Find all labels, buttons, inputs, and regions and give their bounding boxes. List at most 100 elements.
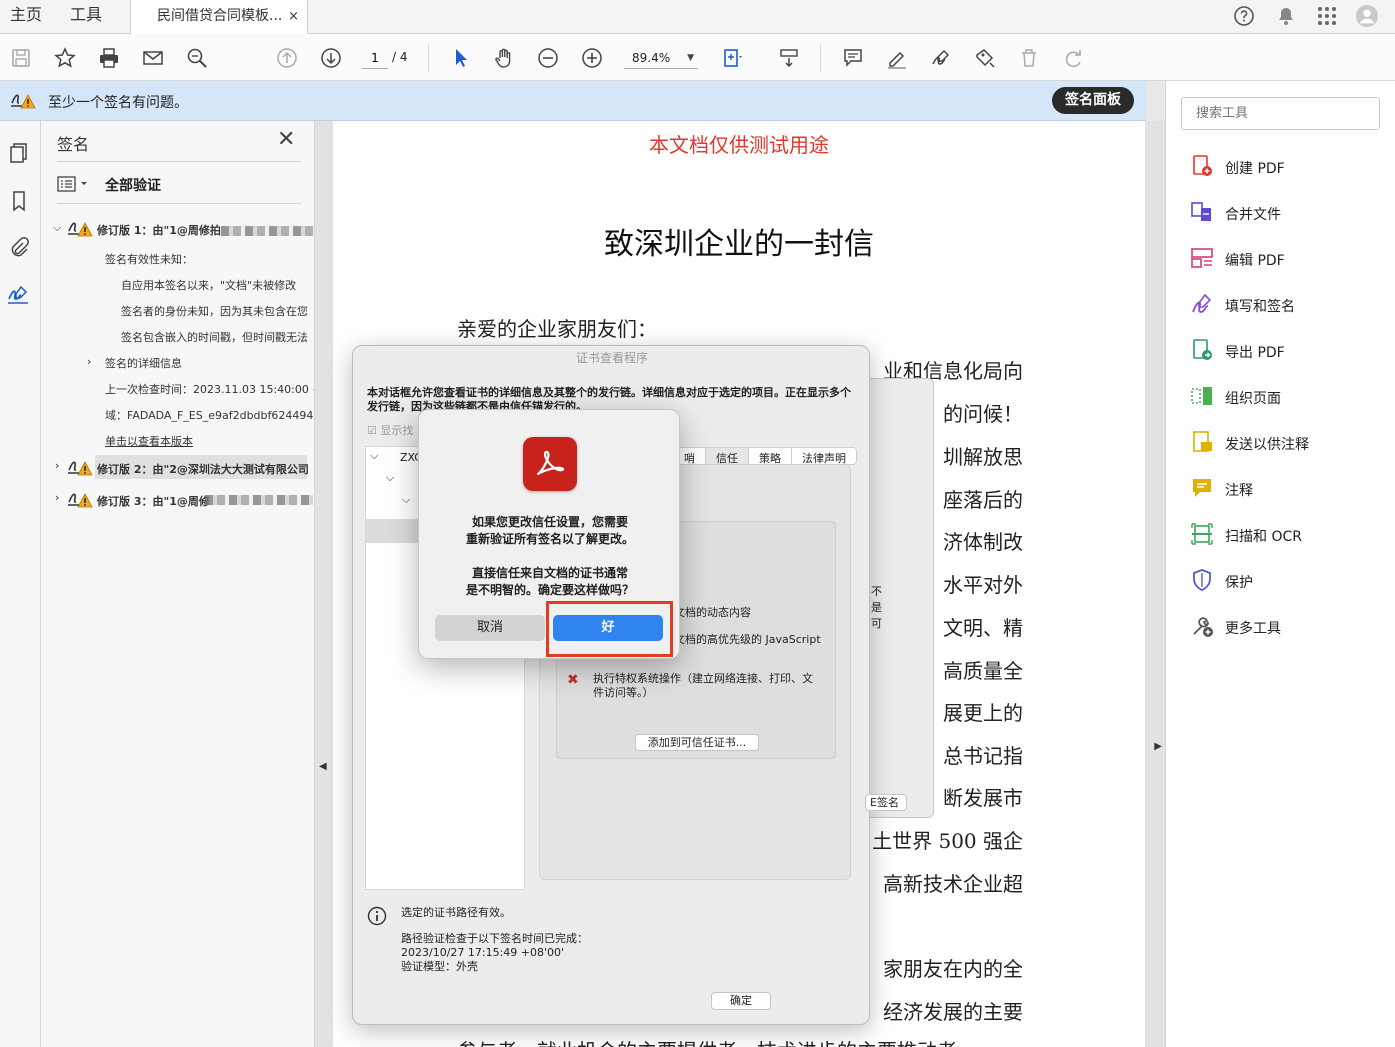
chevron-down-icon[interactable]: ⌵ bbox=[402, 493, 410, 507]
bookmark-icon[interactable] bbox=[7, 189, 31, 213]
tool-edit-pdf[interactable]: 编辑 PDF bbox=[1190, 246, 1380, 272]
tool-scan-ocr[interactable]: 扫描和 OCR bbox=[1190, 522, 1380, 548]
comment-icon bbox=[1190, 476, 1214, 500]
tool-create-pdf[interactable]: 创建 PDF bbox=[1190, 154, 1380, 180]
tool-send-comment[interactable]: 发送以供注释 bbox=[1190, 430, 1380, 456]
tool-label: 合并文件 bbox=[1225, 207, 1281, 223]
highlight-pen-icon[interactable] bbox=[884, 45, 910, 71]
letter-title: 致深圳企业的一封信 bbox=[604, 227, 874, 262]
expand-right-icon[interactable]: ▶ bbox=[1154, 741, 1162, 752]
tab-document[interactable]: 民间借贷合同模板... × bbox=[130, 0, 308, 35]
zoom-out-icon[interactable] bbox=[535, 45, 561, 71]
stamp-icon[interactable] bbox=[972, 45, 998, 71]
scroll-mode-icon[interactable] bbox=[776, 45, 802, 71]
protect-icon bbox=[1190, 568, 1214, 592]
chevron-right-icon[interactable]: › bbox=[87, 355, 91, 368]
bell-icon[interactable] bbox=[1275, 5, 1297, 27]
close-icon[interactable]: ✕ bbox=[277, 127, 295, 152]
attachment-icon[interactable] bbox=[7, 235, 31, 259]
signature-panel-button[interactable]: 签名面板 bbox=[1052, 87, 1134, 114]
comment-icon[interactable] bbox=[840, 45, 866, 71]
signatures-panel-title: 签名 bbox=[57, 135, 90, 154]
cancel-button[interactable]: 取消 bbox=[435, 615, 545, 641]
tool-label: 编辑 PDF bbox=[1225, 253, 1285, 269]
send-comment-icon bbox=[1190, 430, 1214, 454]
show-all-label: 显示找 bbox=[380, 424, 414, 437]
tool-export-pdf[interactable]: 导出 PDF bbox=[1190, 338, 1380, 364]
fit-page-icon[interactable] bbox=[720, 45, 746, 71]
save-icon[interactable] bbox=[8, 45, 34, 71]
tool-label: 保护 bbox=[1225, 575, 1253, 591]
tab-home[interactable]: 主页 bbox=[10, 0, 42, 34]
toolbar-divider bbox=[428, 44, 429, 72]
apps-grid-icon[interactable] bbox=[1316, 5, 1338, 27]
tab-tools[interactable]: 工具 bbox=[70, 0, 102, 34]
zoom-select[interactable]: 89.4% ▼ bbox=[624, 47, 698, 69]
trash-icon[interactable] bbox=[1016, 45, 1042, 71]
revision-3[interactable]: 修订版 3：由"1@周修 bbox=[97, 493, 210, 509]
tool-comment[interactable]: 注释 bbox=[1190, 476, 1380, 502]
tool-fill-sign[interactable]: 填写和签名 bbox=[1190, 292, 1380, 318]
revision-2[interactable]: 修订版 2：由"2@深圳法大大测试有限公司 bbox=[97, 461, 309, 477]
organize-pages-icon bbox=[1190, 384, 1214, 408]
pages-icon[interactable] bbox=[7, 141, 31, 165]
create-pdf-icon bbox=[1190, 154, 1214, 178]
mail-icon[interactable] bbox=[140, 45, 166, 71]
print-icon[interactable] bbox=[96, 45, 122, 71]
collapse-left-icon[interactable]: ◀ bbox=[319, 761, 327, 772]
redo-icon[interactable] bbox=[1060, 45, 1086, 71]
redacted-signer bbox=[205, 495, 313, 505]
select-cursor-icon[interactable] bbox=[448, 45, 474, 71]
body-text-fragment: 的问候！ bbox=[943, 402, 1023, 426]
tab-document-label: 民间借贷合同模板... bbox=[157, 8, 283, 24]
validity-status: 签名有效性未知： bbox=[105, 253, 193, 266]
tool-protect[interactable]: 保护 bbox=[1190, 568, 1380, 594]
path-valid-text: 选定的证书路径有效。 bbox=[401, 906, 511, 919]
tool-label: 注释 bbox=[1225, 483, 1253, 499]
tool-more-tools[interactable]: 更多工具 bbox=[1190, 614, 1380, 640]
signature-details[interactable]: 签名的详细信息 bbox=[105, 355, 182, 371]
options-menu-icon[interactable] bbox=[57, 175, 91, 197]
tool-organize-pages[interactable]: 组织页面 bbox=[1190, 384, 1380, 410]
body-text-fragment: 总书记指 bbox=[943, 744, 1023, 768]
help-icon[interactable] bbox=[1233, 5, 1255, 27]
view-version-link[interactable]: 单击以查看本版本 bbox=[105, 433, 193, 449]
signature-button[interactable]: E签名 bbox=[865, 794, 907, 811]
ok-button[interactable]: 确定 bbox=[711, 992, 771, 1010]
signature-warning-icon bbox=[67, 488, 93, 514]
tool-combine-files[interactable]: 合并文件 bbox=[1190, 200, 1380, 226]
tool-label: 组织页面 bbox=[1225, 391, 1281, 407]
star-icon[interactable] bbox=[52, 45, 78, 71]
tab-trust[interactable]: 信任 bbox=[706, 448, 749, 465]
page-down-icon[interactable] bbox=[318, 45, 344, 71]
zoom-in-icon[interactable] bbox=[579, 45, 605, 71]
add-trusted-certificate-button[interactable]: 添加到可信任证书... bbox=[635, 734, 759, 751]
tool-search-input[interactable] bbox=[1181, 97, 1380, 130]
tab-policy[interactable]: 策略 bbox=[749, 448, 792, 465]
sign-icon[interactable] bbox=[928, 45, 954, 71]
revision-1[interactable]: 修订版 1：由"1@周修拍 bbox=[97, 222, 221, 238]
signatures-panel-icon[interactable] bbox=[7, 283, 31, 307]
close-tab-icon[interactable]: × bbox=[288, 0, 299, 33]
show-all-checkbox[interactable]: ☑ 显示找 bbox=[367, 422, 413, 438]
body-text-fragment: 水平对外 bbox=[943, 573, 1023, 597]
path-check-text: 路径验证检查于以下签名时间已完成： bbox=[401, 932, 588, 945]
tab-legal[interactable]: 法律声明 bbox=[792, 448, 856, 465]
verify-all-button[interactable]: 全部验证 bbox=[105, 175, 161, 195]
search-icon[interactable] bbox=[184, 45, 210, 71]
chevron-down-icon[interactable]: ⌵ bbox=[386, 471, 394, 485]
chevron-right-icon[interactable]: › bbox=[55, 459, 59, 472]
expanded-chevron-icon[interactable]: ⌵ bbox=[53, 221, 61, 235]
body-text-fragment: 展更上的 bbox=[943, 701, 1023, 725]
test-watermark: 本文档仅供测试用途 bbox=[649, 133, 829, 157]
page-up-icon[interactable] bbox=[274, 45, 300, 71]
permission-privileged-ops: 执行特权系统操作（建立网络连接、打印、文件访问等。） bbox=[593, 672, 813, 699]
chevron-right-icon[interactable]: › bbox=[55, 491, 59, 504]
path-check-details: 路径验证检查于以下签名时间已完成： 2023/10/27 17:15:49 +0… bbox=[401, 932, 588, 974]
scan-ocr-icon bbox=[1190, 522, 1214, 546]
avatar[interactable] bbox=[1356, 5, 1378, 27]
hand-tool-icon[interactable] bbox=[491, 45, 517, 71]
page-number-input[interactable] bbox=[362, 47, 388, 69]
chevron-down-icon[interactable]: ⌵ bbox=[370, 449, 378, 463]
denied-icon: ✖ bbox=[567, 672, 579, 688]
